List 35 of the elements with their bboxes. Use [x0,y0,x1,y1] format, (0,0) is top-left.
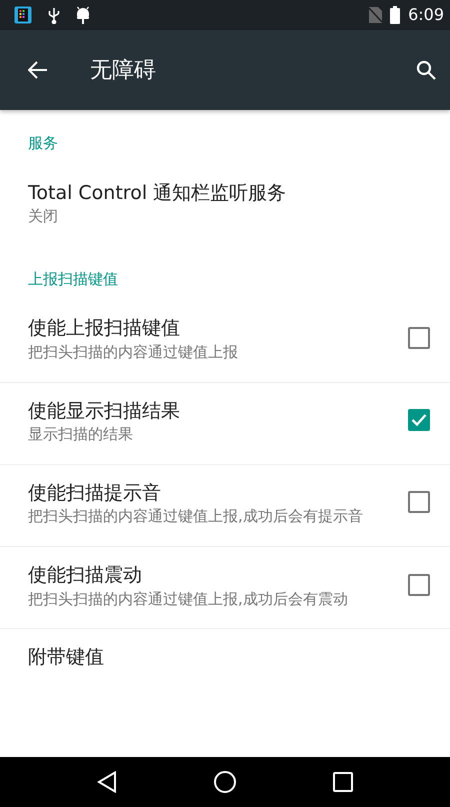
preference-title: 使能扫描震动 [28,563,143,588]
recents-button[interactable] [333,772,354,792]
back-nav-button[interactable] [96,771,117,793]
preference-summary: 把扫头扫描的内容通过键值上报,成功后会有提示音 [28,507,364,526]
preference-row[interactable]: 使能扫描提示音 把扫头扫描的内容通过键值上报,成功后会有提示音 [0,464,450,547]
preference-row[interactable]: Total Control 通知栏监听服务 关闭 [0,164,450,246]
clock-text: 6:09 [408,4,444,26]
preference-row[interactable]: 使能上报扫描键值 把扫头扫描的内容通过键值上报 [0,300,450,382]
usb-icon [48,6,60,24]
checkbox[interactable] [408,574,430,596]
preference-row[interactable]: 使能扫描震动 把扫头扫描的内容通过键值上报,成功后会有震动 [0,547,450,630]
preference-summary: 关闭 [28,207,59,226]
battery-icon [390,6,400,24]
preference-title: 使能显示扫描结果 [28,398,181,424]
checkbox[interactable] [408,491,430,514]
no-sim-icon [369,7,382,23]
checkbox[interactable] [408,326,430,349]
section-header: 服务 [27,133,59,154]
preference-summary: 显示扫描的结果 [28,425,134,444]
android-icon [76,6,90,24]
preference-summary: 把扫头扫描的内容通过键值上报,成功后会有震动 [28,590,349,608]
preference-title: Total Control 通知栏监听服务 [28,180,288,206]
app-icon [14,6,32,24]
preference-title: 使能扫描提示音 [28,480,162,506]
preference-title: 附带键值 [28,645,105,670]
search-button[interactable] [416,60,436,80]
preference-title: 使能上报扫描键值 [28,316,181,342]
preference-summary: 把扫头扫描的内容通过键值上报 [28,342,239,362]
screen-title: 无障碍 [90,56,157,84]
home-button[interactable] [214,771,236,793]
preference-row[interactable]: 附带键值 [0,629,450,692]
section-header: 上报扫描键值 [27,268,119,290]
checkbox[interactable] [408,409,430,432]
preference-row[interactable]: 使能显示扫描结果 显示扫描的结果 [0,382,450,465]
back-button[interactable] [28,61,48,79]
